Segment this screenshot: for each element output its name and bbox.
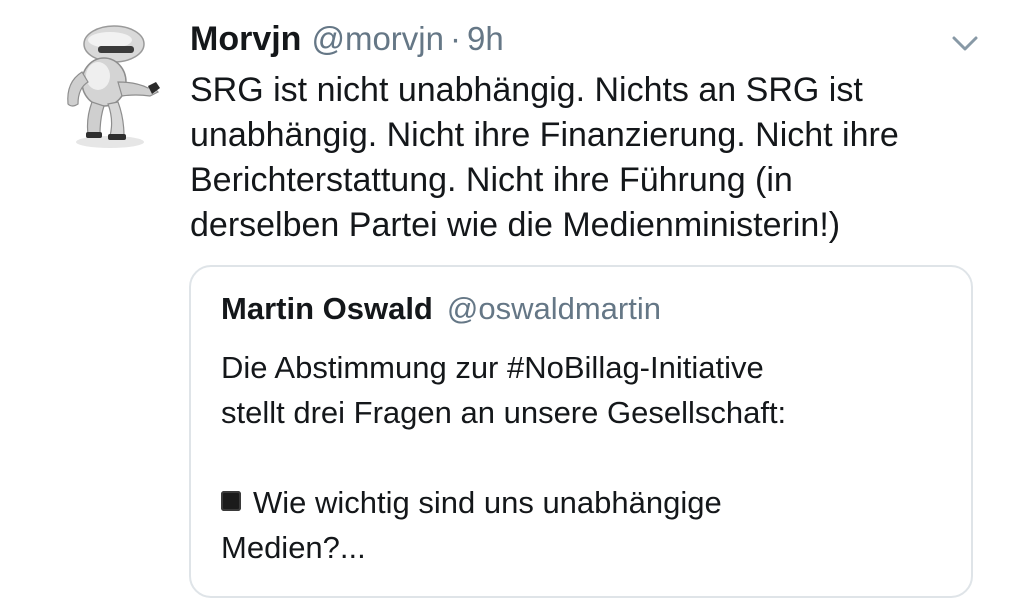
robot-avatar-icon[interactable] <box>52 22 170 150</box>
quoted-author-name: Martin Oswald <box>221 291 433 326</box>
quoted-text-line: Medien?... <box>221 530 366 565</box>
quoted-tweet-text: Die Abstimmung zur #NoBillag-Initiative … <box>221 345 951 570</box>
quoted-text-line-bullet: Wie wichtig sind uns unabhängige <box>221 480 951 525</box>
tweet[interactable]: Morvjn @morvjn · 9h SRG ist nicht unabhä… <box>0 0 1024 614</box>
tweet-text: SRG ist nicht unabhängig. Nichts an SRG … <box>190 68 990 248</box>
separator-dot: · <box>449 20 461 57</box>
author-name[interactable]: Morvjn <box>190 20 301 59</box>
quoted-text-line <box>221 435 951 480</box>
tweet-text-line: Berichterstattung. Nicht ihre Führung (i… <box>190 161 793 199</box>
quoted-author-handle: @oswaldmartin <box>446 291 661 326</box>
tweet-text-line: unabhängig. Nicht ihre Finanzierung. Nic… <box>190 116 899 154</box>
tweet-text-line: SRG ist nicht unabhängig. Nichts an SRG … <box>190 71 863 109</box>
author-handle[interactable]: @morvjn <box>311 20 444 58</box>
quoted-tweet-card[interactable]: Martin Oswald @oswaldmartin Die Abstimmu… <box>189 265 973 598</box>
quoted-text-line: stellt drei Fragen an unsere Gesellschaf… <box>221 395 787 430</box>
tweet-timestamp[interactable]: 9h <box>467 20 504 58</box>
quoted-tweet-header: Martin Oswald @oswaldmartin <box>221 291 661 327</box>
quoted-text-span: Wie wichtig sind uns unabhängige <box>253 485 722 520</box>
black-square-icon <box>221 491 241 511</box>
quoted-text-line: Die Abstimmung zur #NoBillag-Initiative <box>221 350 764 385</box>
chevron-down-icon[interactable] <box>948 28 982 58</box>
tweet-header: Morvjn @morvjn · 9h <box>190 20 504 64</box>
tweet-text-line: derselben Partei wie die Medienministeri… <box>190 206 841 244</box>
